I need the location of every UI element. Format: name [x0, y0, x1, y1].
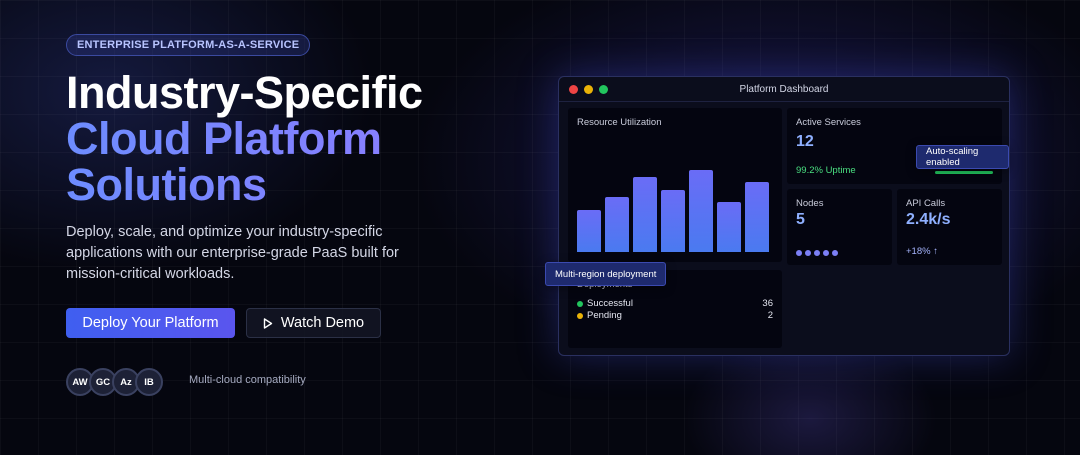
node-dot-icon — [823, 250, 829, 256]
compatibility-text: Multi-cloud compatibility — [189, 374, 306, 386]
provider-avatar: IB — [135, 368, 163, 396]
active-services-label: Active Services — [796, 117, 861, 128]
api-growth-text: +18% ↑ — [906, 246, 938, 257]
utilization-bar — [745, 182, 769, 252]
node-dot-icon — [805, 250, 811, 256]
pending-status-dot-icon — [577, 312, 583, 319]
uptime-text: 99.2% Uptime — [796, 165, 856, 176]
deploy-platform-button[interactable]: Deploy Your Platform — [66, 308, 235, 338]
api-calls-label: API Calls — [906, 198, 946, 209]
headline-line-2: Cloud Platform — [66, 116, 423, 162]
watch-demo-label: Watch Demo — [280, 315, 365, 331]
node-dot-icon — [814, 250, 820, 256]
deployment-row-successful: Successful 36 — [577, 298, 773, 309]
node-dot-icon — [796, 250, 802, 256]
platform-badge: ENTERPRISE PLATFORM-AS-A-SERVICE — [66, 34, 311, 56]
api-calls-card: API Calls 2.4k/s +18% ↑ — [897, 189, 1002, 265]
headline-line-1: Industry-Specific — [66, 67, 423, 118]
dashboard-titlebar: Platform Dashboard — [559, 77, 1009, 102]
resource-utilization-card: Resource Utilization — [568, 108, 782, 262]
resource-utilization-label: Resource Utilization — [577, 117, 662, 128]
deployment-count: 2 — [767, 310, 773, 321]
utilization-bar — [717, 202, 741, 252]
utilization-bar — [605, 197, 629, 252]
multiregion-tooltip: Multi-region deployment — [545, 262, 667, 286]
deployment-count: 36 — [762, 298, 773, 309]
uptime-bar — [935, 171, 993, 174]
nodes-label: Nodes — [796, 198, 824, 209]
play-icon — [263, 317, 273, 329]
nodes-card: Nodes 5 — [787, 189, 892, 265]
deployment-row-pending: Pending 2 — [577, 310, 773, 321]
utilization-bar — [689, 170, 713, 252]
active-services-value: 12 — [796, 133, 814, 150]
deployment-status-label: Successful — [587, 298, 633, 309]
headline-line-3: Solutions — [66, 162, 423, 208]
utilization-bar — [633, 177, 657, 252]
hero-subtitle: Deploy, scale, and optimize your industr… — [66, 224, 399, 282]
deployment-status-label: Pending — [587, 310, 622, 321]
success-status-dot-icon — [577, 300, 583, 307]
watch-demo-button[interactable]: Watch Demo — [246, 308, 381, 338]
deploy-platform-label: Deploy Your Platform — [82, 315, 219, 331]
dashboard-title: Platform Dashboard — [739, 83, 829, 95]
api-calls-value: 2.4k/s — [906, 211, 951, 228]
node-dot-icon — [832, 250, 838, 256]
cloud-provider-list: AW GC Az IB — [66, 368, 163, 396]
utilization-bar — [577, 210, 601, 252]
utilization-bar-chart — [577, 152, 773, 252]
hero-headline: Industry-Specific Cloud Platform Solutio… — [66, 70, 423, 208]
autoscaling-tooltip: Auto-scaling enabled — [916, 145, 1009, 169]
nodes-value: 5 — [796, 211, 805, 228]
platform-dashboard: Platform Dashboard Resource Utilization … — [545, 76, 1010, 356]
node-status-dots — [796, 250, 838, 256]
utilization-bar — [661, 190, 685, 252]
